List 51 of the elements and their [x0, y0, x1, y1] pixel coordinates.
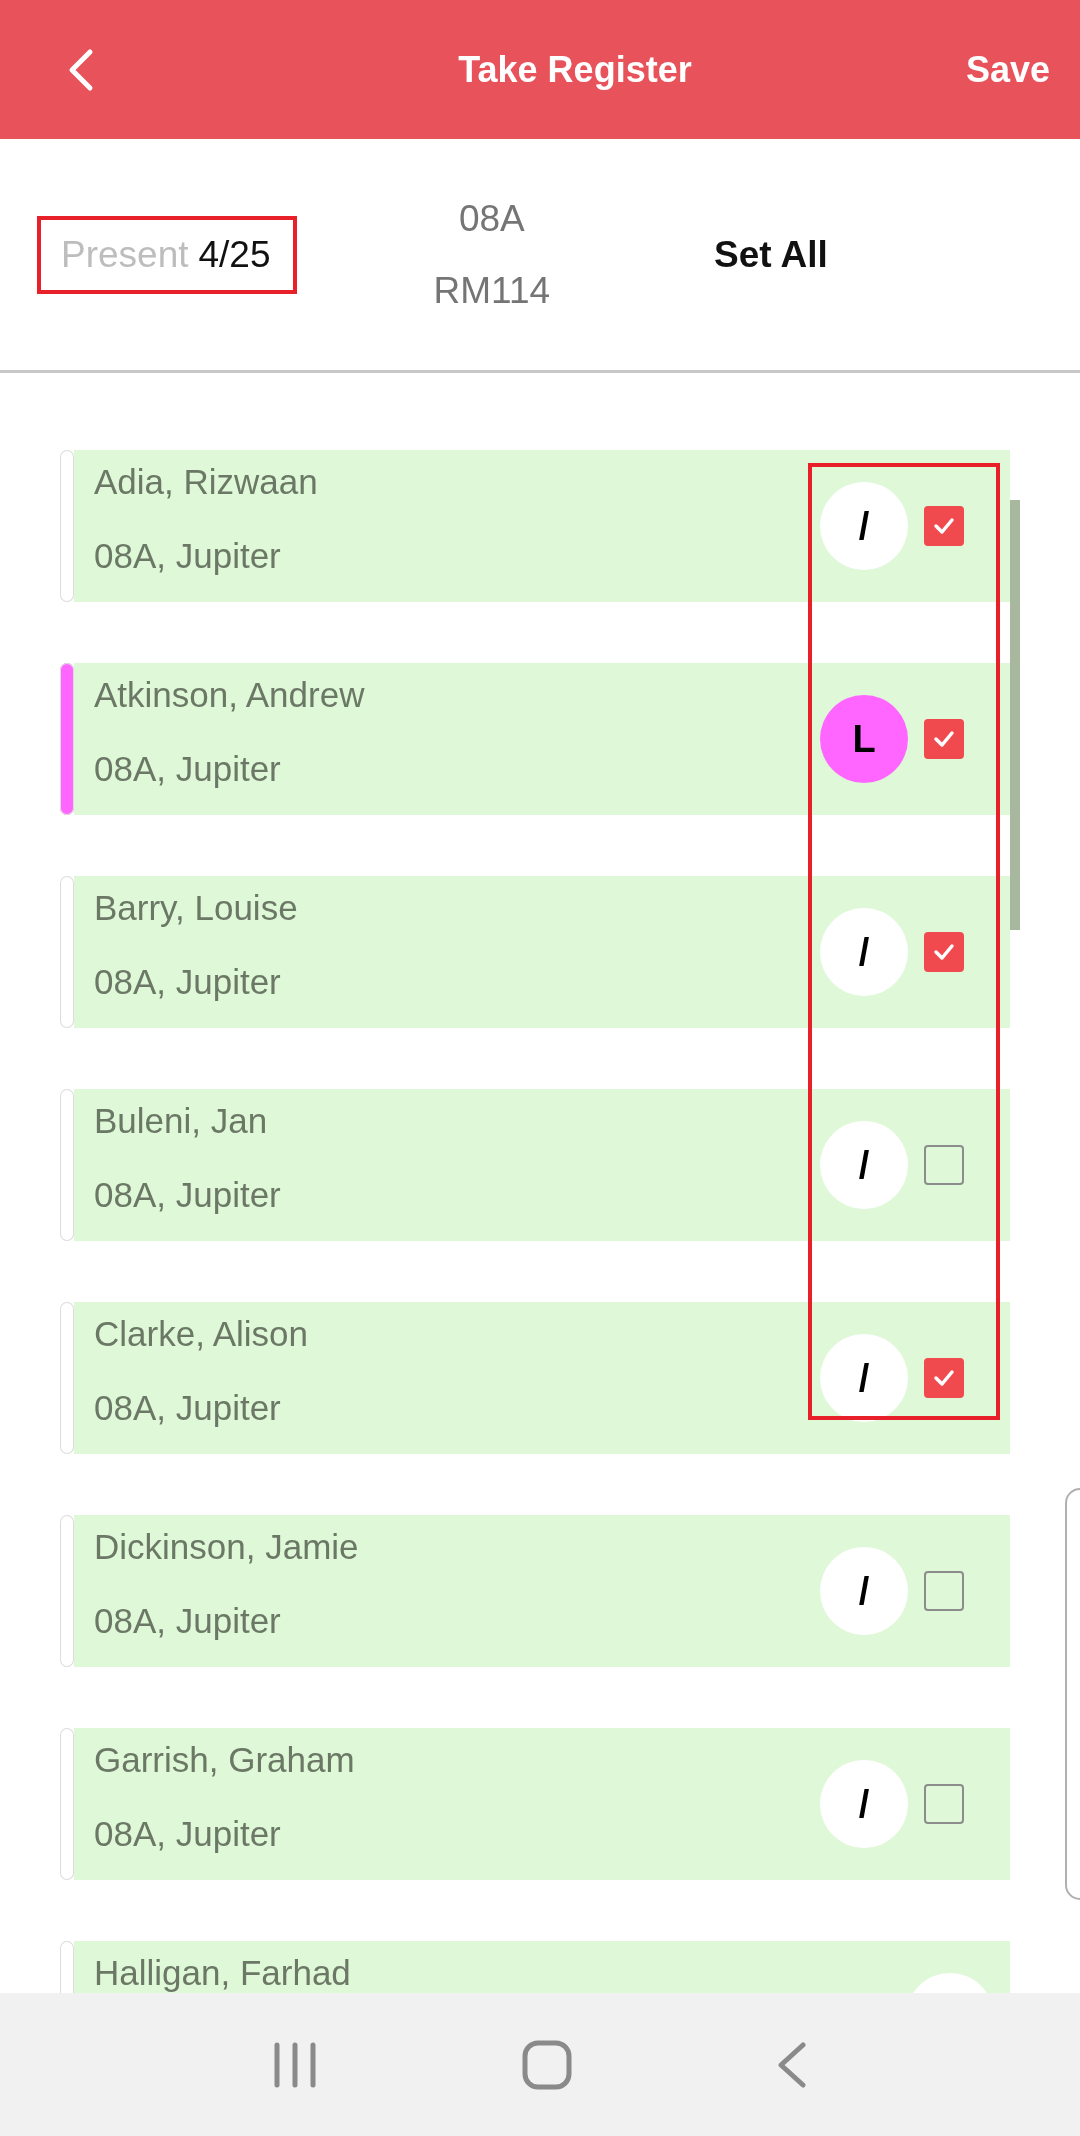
checkbox[interactable]	[924, 506, 964, 546]
set-all-button[interactable]: Set All	[708, 227, 834, 282]
attendance-mark-button[interactable]: /	[820, 1547, 908, 1635]
screen-title: Take Register	[458, 48, 692, 91]
student-card[interactable]: Garrish, Graham 08A, Jupiter /	[74, 1728, 1010, 1880]
attendance-mark-button[interactable]: L	[820, 695, 908, 783]
student-name: Buleni, Jan	[94, 1101, 269, 1141]
back-icon[interactable]	[777, 2041, 808, 2088]
present-count: 4/25	[198, 233, 271, 276]
student-class: 08A, Jupiter	[94, 1814, 282, 1854]
attendance-mark-button[interactable]: /	[820, 908, 908, 996]
recent-apps-icon[interactable]	[272, 2041, 317, 2088]
student-name: Barry, Louise	[94, 888, 299, 928]
checkbox[interactable]	[924, 1358, 964, 1398]
student-card[interactable]: Adia, Rizwaan 08A, Jupiter /	[74, 450, 1010, 602]
attendance-mark-button[interactable]: /	[820, 1760, 908, 1848]
student-name: Halligan, Farhad	[94, 1953, 352, 1993]
attendance-mark-button[interactable]: /	[820, 1334, 908, 1422]
student-card[interactable]: Dickinson, Jamie 08A, Jupiter /	[74, 1515, 1010, 1667]
student-class: 08A, Jupiter	[94, 1175, 282, 1215]
home-icon[interactable]	[522, 2039, 572, 2090]
present-label: Present	[61, 233, 189, 276]
student-name: Clarke, Alison	[94, 1314, 309, 1354]
checkbox[interactable]	[924, 1571, 964, 1611]
checkbox[interactable]	[924, 719, 964, 759]
student-class: 08A, Jupiter	[94, 1388, 282, 1428]
student-card[interactable]: Halligan, Farhad	[74, 1941, 1010, 1993]
student-class: 08A, Jupiter	[94, 536, 282, 576]
attendance-mark-button[interactable]: /	[820, 482, 908, 570]
student-card[interactable]: Clarke, Alison 08A, Jupiter /	[74, 1302, 1010, 1454]
student-card[interactable]: Buleni, Jan 08A, Jupiter /	[74, 1089, 1010, 1241]
check-icon	[932, 942, 956, 962]
student-name: Adia, Rizwaan	[94, 462, 319, 502]
attendance-mark-button[interactable]: /	[820, 1121, 908, 1209]
student-class: 08A, Jupiter	[94, 962, 282, 1002]
check-icon	[932, 729, 956, 749]
student-card[interactable]: Atkinson, Andrew 08A, Jupiter L	[74, 663, 1010, 815]
check-icon	[932, 516, 956, 536]
checkbox[interactable]	[924, 1145, 964, 1185]
student-name: Garrish, Graham	[94, 1740, 356, 1780]
student-name: Dickinson, Jamie	[94, 1527, 360, 1567]
room-label: RM114	[433, 269, 551, 312]
student-class: 08A, Jupiter	[94, 749, 282, 789]
save-button[interactable]: Save	[959, 42, 1056, 97]
checkbox[interactable]	[924, 1784, 964, 1824]
checkbox[interactable]	[924, 932, 964, 972]
group-label: 08A	[458, 197, 525, 240]
student-card[interactable]: Barry, Louise 08A, Jupiter /	[74, 876, 1010, 1028]
check-icon	[932, 1368, 956, 1388]
student-class: 08A, Jupiter	[94, 1601, 282, 1641]
student-name: Atkinson, Andrew	[94, 675, 366, 715]
